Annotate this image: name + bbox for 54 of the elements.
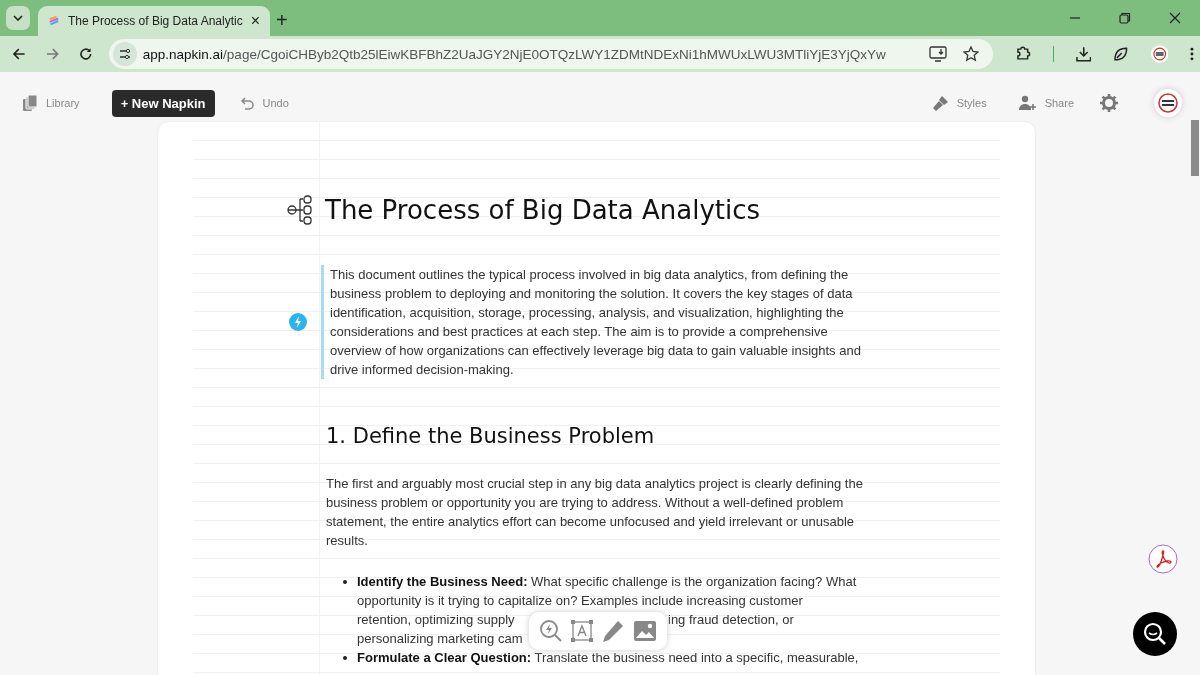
close-icon[interactable] (1169, 12, 1181, 24)
download-icon[interactable] (1075, 46, 1092, 62)
back-icon[interactable] (12, 47, 26, 61)
add-person-icon (1018, 95, 1037, 111)
database-tree-icon (287, 195, 315, 225)
napkin-logo-icon (48, 14, 60, 28)
search-button[interactable] (1133, 612, 1177, 656)
chevron-down-icon (13, 15, 23, 21)
section-paragraph: The first and arguably most crucial step in any big data analytics project is clearly defining the business problem or opportunity you are trying to address. Without a well-defined problem statement, the entire analytics effort can become unfocused and yield irrelevant or unusable results. (326, 475, 864, 550)
undo-icon (238, 96, 255, 110)
profile-avatar-icon[interactable] (1154, 89, 1182, 117)
reload-icon[interactable] (79, 47, 93, 61)
library-label: Library (46, 97, 80, 109)
pencil-icon[interactable] (601, 619, 625, 643)
new-napkin-button[interactable]: + New Napkin (111, 89, 215, 117)
paintbrush-icon (932, 95, 949, 111)
lightning-search-icon[interactable] (539, 619, 563, 643)
pdf-icon[interactable] (1148, 544, 1178, 574)
url-text: app.napkin.ai/page/CgoiCHByb2Qtb25lEiwKBFBhZ2UaJGY2NjE0OTQzLWY1ZDMtNDExNi1hMWUxLWU3MTliYjE3YjQxYw (142, 46, 886, 62)
styles-label: Styles (956, 97, 987, 109)
bullet-text: ing fraud detection, or (668, 611, 794, 629)
styles-button[interactable]: Styles (932, 95, 987, 111)
bullet-text: Identify the Business Need: What specific challenge is the organization facing? What (357, 573, 857, 591)
menu-icon[interactable] (1190, 47, 1194, 61)
undo-label: Undo (262, 97, 289, 109)
bullet-text: personalizing marketing cam (357, 630, 523, 648)
bullet-dot (343, 580, 347, 584)
address-bar[interactable]: app.napkin.ai/page/CgoiCHByb2Qtb25lEiwKBFBhZ2UaJGY2NjE0OTQzLWY1ZDMtNDExNi1hMWUxLWU3MTliYjE3YjQxYw (108, 39, 994, 69)
tab-title: The Process of Big Data Analytic (67, 14, 243, 28)
extensions-icon[interactable] (1015, 46, 1031, 62)
restore-icon[interactable] (1119, 12, 1131, 24)
share-label: Share (1044, 97, 1074, 109)
settings-icon[interactable] (1100, 94, 1118, 112)
bullet-text: opportunity is it trying to capitalize on? Examples include increasing customer (357, 592, 803, 610)
intro-paragraph: This document outlines the typical process involved in big data analytics, from defining the business problem to deploying and monitoring the solution. It covers the key stages of data identification, acquisition, storage, processing, analysis, and visualization, highlighting the considerations and best practices at each step. The aim is to provide a comprehensive overview of how organizations can effectively leverage big data to gain valuable insights and drive informed decision-making. (321, 265, 870, 379)
new-tab-button[interactable]: + (276, 9, 288, 32)
scrollbar-thumb[interactable] (1191, 120, 1199, 176)
bullet-text: Formulate a Clear Question: Translate the business need into a specific, measurable, (357, 649, 859, 667)
bullet-dot (343, 656, 347, 660)
profile-avatar-icon[interactable] (1150, 45, 1169, 63)
site-settings-icon[interactable] (112, 42, 137, 66)
bullet-text: retention, optimizing supply (357, 611, 516, 629)
text-box-icon[interactable] (571, 620, 593, 642)
browser-tab[interactable]: The Process of Big Data Analytic × (38, 6, 270, 36)
image-icon[interactable] (633, 620, 657, 642)
close-tab-button[interactable]: × (250, 12, 260, 30)
tab-list-button[interactable] (6, 6, 30, 30)
forward-icon[interactable] (45, 47, 60, 61)
section-heading: 1. Define the Business Problem (326, 424, 656, 448)
document-title: The Process of Big Data Analytics (325, 195, 761, 225)
bookmark-star-icon[interactable] (963, 46, 980, 62)
leaf-icon[interactable] (1113, 46, 1129, 62)
library-icon (22, 94, 38, 112)
install-app-icon[interactable] (929, 46, 948, 62)
